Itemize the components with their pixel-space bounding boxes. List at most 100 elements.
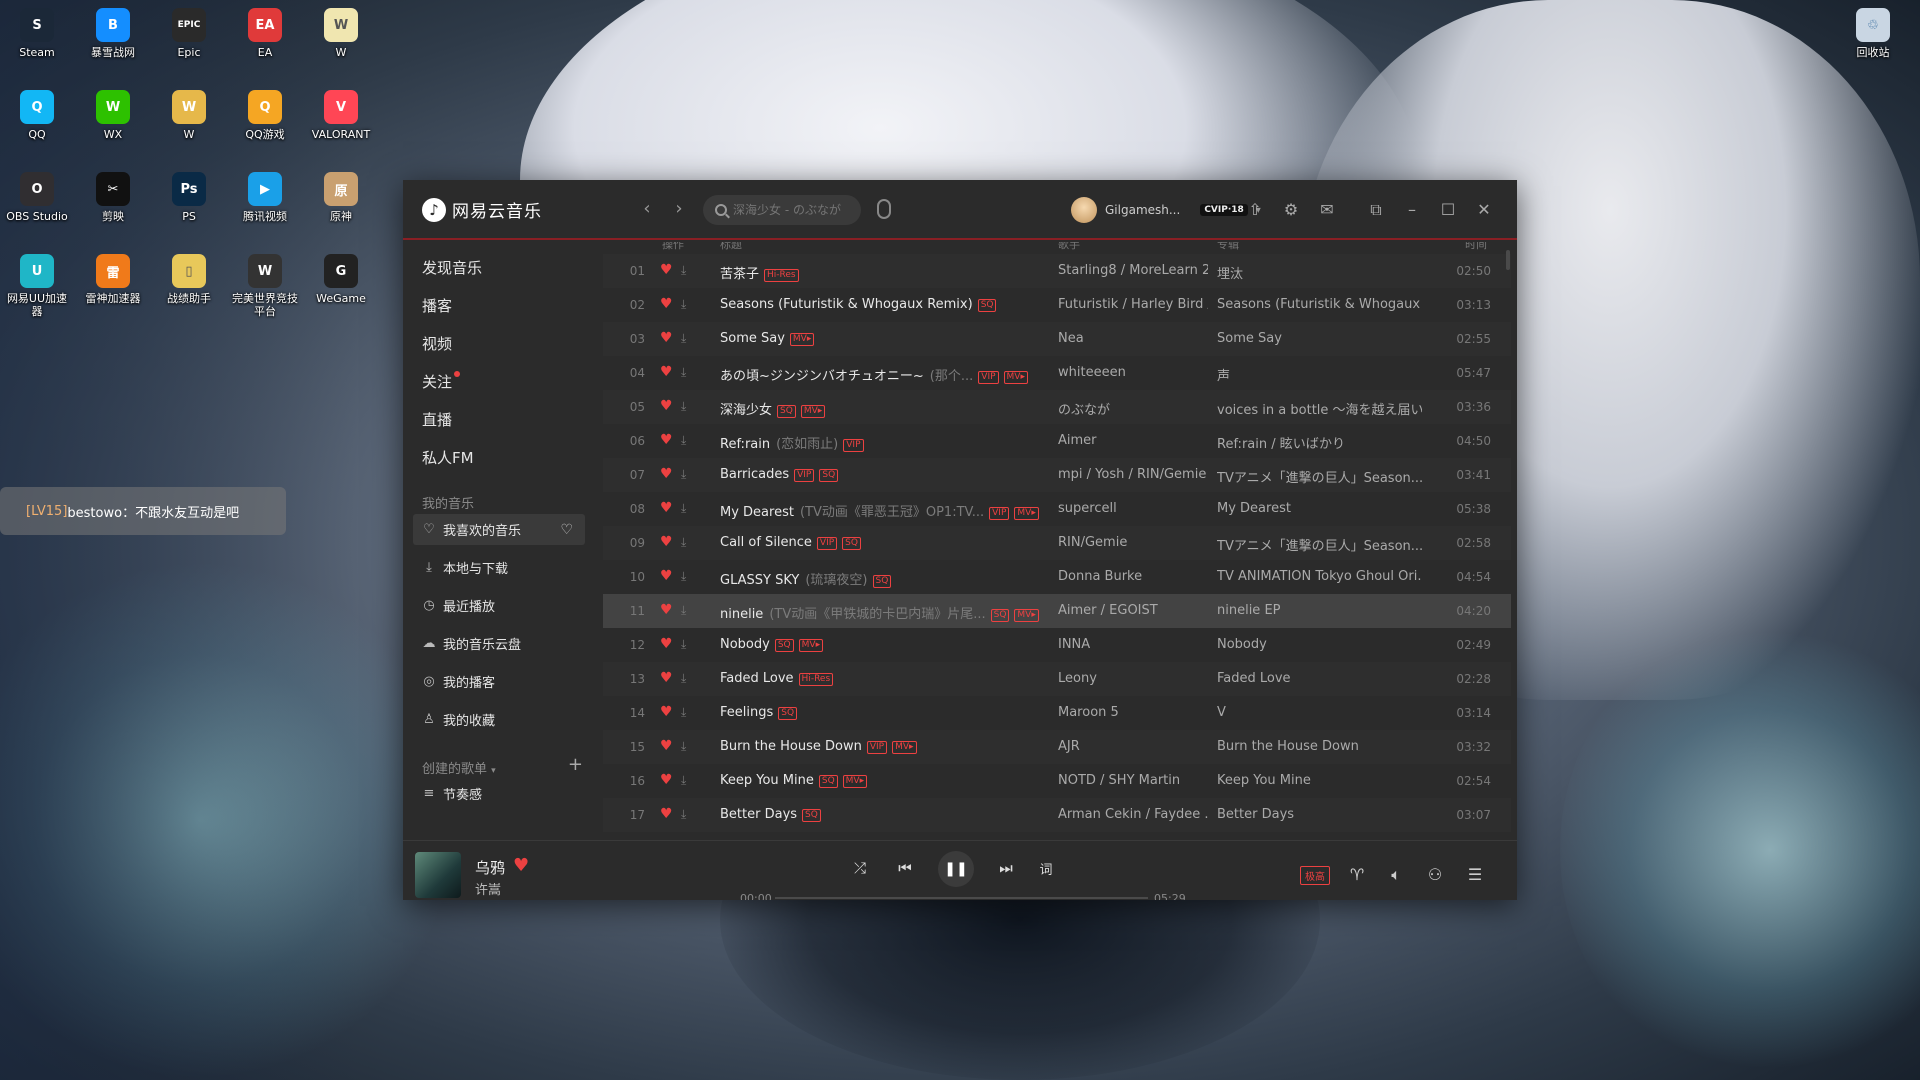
song-artist[interactable]: AJR (1058, 739, 1208, 754)
download-icon[interactable]: ⤓ (681, 535, 695, 550)
table-row[interactable]: 15 ♥ ⤓ Burn the House Down VIP MV▸ AJR Burn the… (603, 730, 1511, 764)
song-artist[interactable]: supercell (1058, 501, 1208, 516)
search-box[interactable] (703, 195, 861, 225)
table-row[interactable]: 17 ♥ ⤓ Better Days SQ Arman Cekin / Faydee ..… (603, 798, 1511, 832)
header-album[interactable]: 专辑 (1217, 242, 1239, 252)
heart-mode-icon[interactable]: ♡ (560, 522, 573, 538)
liked-heart-icon[interactable]: ♥ (660, 738, 674, 754)
sidebar-item-playlist[interactable]: ≡ 节奏感 (413, 778, 585, 809)
quality-tag[interactable]: MV▸ (842, 775, 868, 788)
desktop-icon[interactable]: EA EA (230, 8, 300, 59)
table-row[interactable]: 11 ♥ ⤓ ninelie (TV动画《甲铁城的卡巴内瑞》片尾... SQ MV▸ Aime… (603, 594, 1511, 628)
song-album[interactable]: Some Say (1217, 331, 1422, 346)
download-icon[interactable]: ⤓ (681, 705, 695, 720)
sidebar-item-local-download[interactable]: ⤓ 本地与下载 (413, 552, 585, 583)
song-artist[interactable]: Maroon 5 (1058, 705, 1208, 720)
forward-arrow-icon[interactable]: › (669, 200, 689, 220)
song-artist[interactable]: Donna Burke (1058, 569, 1208, 584)
header-time[interactable]: 时间 (1465, 242, 1487, 252)
song-title[interactable]: Seasons (Futuristik & Whogaux Remix) SQ (720, 297, 1050, 312)
gear-icon[interactable]: ⚙ (1281, 200, 1301, 220)
liked-heart-icon[interactable]: ♥ (660, 636, 674, 652)
scrollbar-thumb[interactable] (1506, 250, 1510, 270)
song-album[interactable]: Nobody (1217, 637, 1422, 652)
header-title[interactable]: 标题 (720, 242, 742, 252)
download-icon[interactable]: ⤓ (681, 297, 695, 312)
table-row[interactable]: 02 ♥ ⤓ Seasons (Futuristik & Whogaux Remix)… (603, 288, 1511, 322)
desktop-icon[interactable]: W WX (78, 90, 148, 141)
song-artist[interactable]: whiteeeen (1058, 365, 1208, 380)
desktop-icon[interactable]: 雷雷神加速器 (78, 254, 148, 305)
sidebar-item-discover[interactable]: 发现音乐 (422, 257, 482, 278)
liked-heart-icon[interactable]: ♥ (660, 466, 674, 482)
liked-heart-icon[interactable]: ♥ (660, 806, 674, 822)
liked-heart-icon[interactable]: ♥ (660, 432, 674, 448)
song-album[interactable]: voices in a bottle ～海を越え届い... (1217, 399, 1422, 418)
shuffle-icon[interactable]: ⤮ (849, 859, 871, 877)
sidebar-item-cloud[interactable]: ☁ 我的音乐云盘 (413, 628, 585, 659)
quality-tag[interactable]: MV▸ (789, 333, 815, 346)
previous-icon[interactable]: ⏮ (894, 859, 916, 877)
song-album[interactable]: TVアニメ「進撃の巨人」Season... (1217, 467, 1422, 486)
song-title[interactable]: あの頃~ジンジンバオチュオニー~ (那个... VIP MV▸ (720, 365, 1050, 384)
song-title[interactable]: Nobody SQ MV▸ (720, 637, 1050, 652)
liked-heart-icon[interactable]: ♥ (660, 568, 674, 584)
table-row[interactable]: 04 ♥ ⤓ あの頃~ジンジンバオチュオニー~ (那个... VIP MV▸ whiteeee… (603, 356, 1511, 390)
desktop-icon[interactable]: ✂ 剪映 (78, 172, 148, 223)
download-icon[interactable]: ⤓ (681, 501, 695, 516)
song-album[interactable]: Burn the House Down (1217, 739, 1422, 754)
song-artist[interactable]: Futuristik / Harley Bird /... (1058, 297, 1208, 312)
maximize-icon[interactable]: ☐ (1438, 200, 1458, 220)
table-row[interactable]: 12 ♥ ⤓ Nobody SQ MV▸ INNA Nobody 02:49 (603, 628, 1511, 662)
album-cover[interactable] (415, 852, 461, 898)
song-title[interactable]: Barricades VIP SQ (720, 467, 1050, 482)
quality-tag[interactable]: MV▸ (798, 639, 824, 652)
table-row[interactable]: 10 ♥ ⤓ GLASSY SKY (琉璃夜空) SQ Donna Burke TV ANIM… (603, 560, 1511, 594)
desktop-icon[interactable]: S Steam (2, 8, 72, 59)
song-album[interactable]: Ref:rain / 眩いばかり (1217, 433, 1422, 452)
now-playing-artist[interactable]: 许嵩 (475, 879, 501, 898)
desktop-icon[interactable]: G WeGame (306, 254, 376, 305)
download-icon[interactable]: ⤓ (681, 569, 695, 584)
song-title[interactable]: ninelie (TV动画《甲铁城的卡巴内瑞》片尾... SQ MV▸ (720, 603, 1050, 622)
app-logo[interactable]: ♪ 网易云音乐 (422, 197, 542, 222)
song-artist[interactable]: mpi / Yosh / RIN/Gemie (1058, 467, 1208, 482)
table-row[interactable]: 13 ♥ ⤓ Faded Love Hi-Res Leony Faded Love 02:28 (603, 662, 1511, 696)
table-row[interactable]: 08 ♥ ⤓ My Dearest (TV动画《罪恶王冠》OP1:TV... VIP MV▸… (603, 492, 1511, 526)
song-title[interactable]: Call of Silence VIP SQ (720, 535, 1050, 550)
sound-effect-icon[interactable]: ♈ (1347, 865, 1367, 884)
user-name[interactable]: Gilgamesh... (1105, 203, 1180, 217)
liked-heart-icon[interactable]: ♥ (660, 364, 674, 380)
song-album[interactable]: ninelie EP (1217, 603, 1422, 618)
progress-bar[interactable] (775, 897, 1148, 899)
back-arrow-icon[interactable]: ‹ (637, 200, 657, 220)
sidebar-item-collection[interactable]: ♙ 我的收藏 (413, 704, 585, 735)
song-artist[interactable]: Arman Cekin / Faydee ... (1058, 807, 1208, 822)
pause-button[interactable]: ❚❚ (938, 851, 974, 887)
lyrics-button[interactable]: 词 (1035, 859, 1057, 878)
avatar[interactable] (1071, 197, 1097, 223)
header-artist[interactable]: 歌手 (1058, 242, 1080, 252)
download-icon[interactable]: ⤓ (681, 739, 695, 754)
song-artist[interactable]: Starling8 / MoreLearn 2... (1058, 263, 1208, 278)
desktop-icon[interactable]: ▯ 战绩助手 (154, 254, 224, 305)
desktop-icon[interactable]: Q QQ游戏 (230, 90, 300, 141)
liked-heart-icon[interactable]: ♥ (660, 670, 674, 686)
desktop-icon[interactable]: Ps PS (154, 172, 224, 223)
sidebar-item-live[interactable]: 直播 (422, 409, 452, 430)
user-profile[interactable]: Gilgamesh... CVIP·18 ▾ (1071, 197, 1261, 223)
listen-together-icon[interactable]: ⚇ (1425, 865, 1445, 884)
song-album[interactable]: 埋汰 (1217, 263, 1422, 282)
vip-badge[interactable]: CVIP·18 (1200, 204, 1248, 216)
download-icon[interactable]: ⤓ (681, 263, 695, 278)
desktop-icon[interactable]: U 网易UU加速器 (2, 254, 72, 318)
song-album[interactable]: Keep You Mine (1217, 773, 1422, 788)
quality-badge[interactable]: 极高 (1300, 866, 1330, 885)
liked-heart-icon[interactable]: ♥ (660, 534, 674, 550)
song-title[interactable]: Burn the House Down VIP MV▸ (720, 739, 1050, 754)
download-icon[interactable]: ⤓ (681, 671, 695, 686)
desktop-icon[interactable]: 原原神 (306, 172, 376, 223)
download-icon[interactable]: ⤓ (681, 773, 695, 788)
song-title[interactable]: Some Say MV▸ (720, 331, 1050, 346)
liked-heart-icon[interactable]: ♥ (660, 602, 674, 618)
